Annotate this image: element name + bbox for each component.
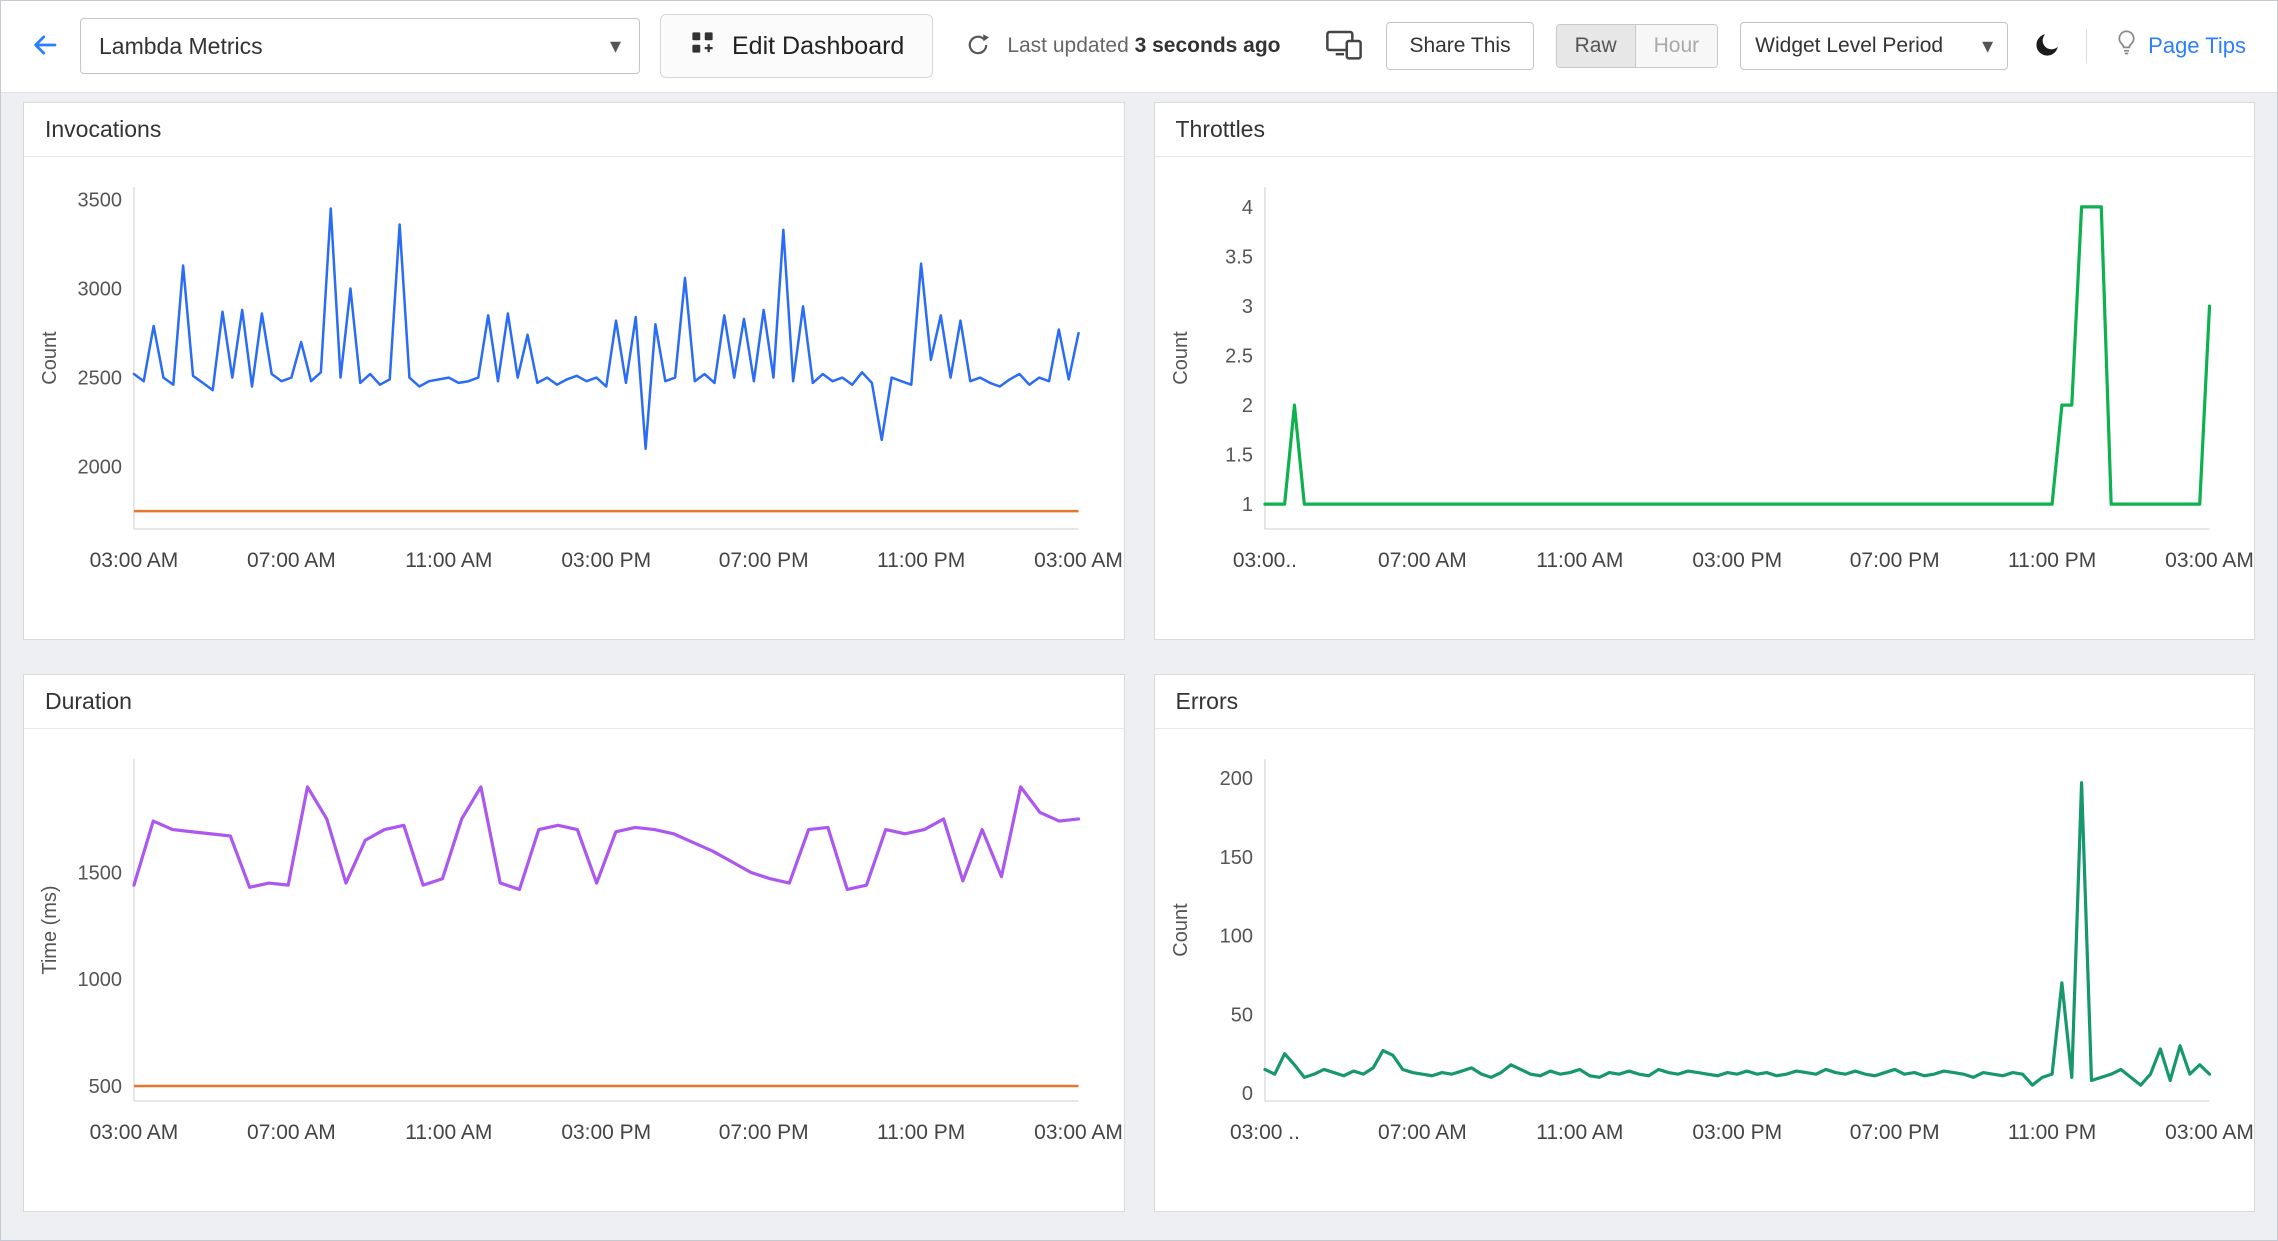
x-tick-label: 07:00 PM (719, 549, 809, 572)
widget-level-period-selector[interactable]: Widget Level Period ▾ (1740, 22, 2009, 70)
widget-title: Throttles (1154, 103, 2254, 157)
widget-invocations: Invocations 2000 2500 3000 3500 03:00 AM 07:0… (23, 102, 1125, 640)
widget-title: Invocations (24, 103, 1124, 157)
x-tick-label: 11:00 AM (405, 549, 492, 572)
x-tick-label: 03:00 AM (2165, 1121, 2254, 1144)
x-tick-label: 11:00 PM (2007, 1121, 2095, 1144)
toolbar-right-group: Share This Raw Hour Widget Level Period … (1324, 22, 2252, 70)
widget-title: Errors (1154, 675, 2254, 729)
y-tick-label: 1.5 (1225, 445, 1253, 467)
refresh-button[interactable] (963, 30, 993, 63)
moon-icon (2032, 30, 2062, 63)
invocations-chart: 2000 2500 3000 3500 03:00 AM 07:00 AM 11:00 AM… (39, 187, 1123, 572)
dashboard-grid: Invocations 2000 2500 3000 3500 03:00 AM 07:0… (23, 102, 2255, 1212)
y-tick-label: 100 (1219, 926, 1252, 948)
x-tick-label: 03:00 AM (1034, 1121, 1123, 1144)
series-line (1262, 781, 2211, 1087)
y-tick-label: 2500 (77, 368, 121, 390)
y-tick-label: 1500 (77, 862, 121, 884)
back-button[interactable] (26, 26, 64, 67)
x-tick-label: 11:00 AM (1536, 1121, 1623, 1144)
last-updated: Last updated 3 seconds ago (1007, 34, 1280, 58)
x-tick-label: 03:00 PM (1692, 549, 1782, 572)
duration-chart: 500 1000 1500 03:00 AM 07:00 AM 11:00 AM 03:00… (39, 759, 1123, 1144)
toolbar: Lambda Metrics ▾ Edit Dashboard Last upd… (0, 0, 2278, 93)
y-tick-label: 3500 (77, 190, 121, 212)
widget-title: Duration (24, 675, 1124, 729)
lightbulb-icon (2115, 29, 2138, 64)
dark-mode-button[interactable] (2030, 28, 2064, 65)
y-tick-label: 2 (1241, 395, 1252, 417)
dashboard-grid-icon (689, 29, 716, 63)
throttles-chart: 1 1.5 2 2.5 3 3.5 4 03:00.. 07:00 AM 11:00 AM 03:0… (1169, 187, 2254, 572)
y-tick-label: 500 (89, 1076, 122, 1098)
y-tick-label: 3.5 (1225, 246, 1253, 268)
dashboard-selector-value: Lambda Metrics (99, 32, 263, 59)
devices-button[interactable] (1324, 27, 1364, 65)
share-this-button[interactable]: Share This (1386, 22, 1534, 70)
x-tick-label: 03:00 AM (2165, 549, 2254, 572)
x-tick-label: 03:00 PM (1692, 1121, 1782, 1144)
x-tick-label: 07:00 PM (1849, 549, 1939, 572)
chevron-down-icon: ▾ (609, 33, 621, 58)
y-tick-label: 150 (1219, 847, 1252, 869)
period-mode-hour[interactable]: Hour (1635, 25, 1718, 67)
y-tick-label: 4 (1241, 197, 1252, 219)
refresh-icon (965, 32, 991, 61)
y-tick-label: 50 (1230, 1004, 1252, 1026)
y-axis-title: Count (1169, 903, 1191, 957)
x-tick-label: 03:00 AM (90, 1121, 179, 1144)
edit-dashboard-button[interactable]: Edit Dashboard (660, 14, 934, 78)
x-tick-label: 11:00 PM (877, 549, 965, 572)
x-tick-label: 03:00 .. (1229, 1121, 1299, 1144)
page-tips-label: Page Tips (2148, 33, 2246, 58)
x-tick-label: 07:00 PM (1849, 1121, 1939, 1144)
y-tick-label: 1000 (77, 969, 121, 991)
y-tick-label: 200 (1219, 768, 1252, 790)
y-tick-label: 2000 (77, 457, 121, 479)
x-tick-label: 03:00 PM (561, 1121, 651, 1144)
chevron-down-icon: ▾ (1982, 33, 1994, 58)
x-tick-label: 03:00 AM (1034, 549, 1123, 572)
widget-throttles: Throttles 1 1.5 2 2.5 3 3.5 4 03:00.. 07:00 AM 11… (1153, 102, 2255, 640)
devices-icon (1326, 29, 1363, 63)
x-tick-label: 11:00 PM (877, 1121, 965, 1144)
y-axis-title: Count (1169, 331, 1191, 385)
series-line (132, 207, 1080, 451)
x-tick-label: 07:00 PM (719, 1121, 809, 1144)
widget-level-period-value: Widget Level Period (1755, 34, 1944, 57)
x-tick-label: 07:00 AM (247, 549, 336, 572)
last-updated-value: 3 seconds ago (1134, 34, 1281, 57)
widget-errors: Errors 0 50 100 150 200 03:00 .. 07:00 AM 11:00… (1153, 674, 2255, 1212)
period-mode-raw[interactable]: Raw (1556, 25, 1636, 67)
period-mode-toggle: Raw Hour (1555, 24, 1719, 68)
y-tick-label: 3 (1241, 296, 1252, 318)
y-tick-label: 1 (1241, 494, 1252, 516)
series-line (1262, 205, 2211, 506)
edit-dashboard-label: Edit Dashboard (732, 31, 905, 60)
widget-duration: Duration 500 1000 1500 03:00 AM 07:00 AM 11:0… (23, 674, 1125, 1212)
dashboard-selector[interactable]: Lambda Metrics ▾ (80, 18, 640, 74)
page-tips-link[interactable]: Page Tips (2109, 28, 2252, 65)
errors-chart: 0 50 100 150 200 03:00 .. 07:00 AM 11:00 AM 03:0… (1169, 759, 2254, 1144)
series-line (132, 785, 1081, 892)
divider (2086, 29, 2088, 63)
x-tick-label: 11:00 AM (1536, 549, 1623, 572)
x-tick-label: 07:00 AM (247, 1121, 336, 1144)
y-axis-title: Count (39, 331, 61, 385)
x-tick-label: 11:00 PM (2007, 549, 2095, 572)
x-tick-label: 03:00 AM (90, 549, 179, 572)
last-updated-prefix: Last updated (1007, 34, 1129, 57)
x-tick-label: 11:00 AM (405, 1121, 492, 1144)
x-tick-label: 07:00 AM (1378, 549, 1467, 572)
y-tick-label: 2.5 (1225, 346, 1253, 368)
arrow-left-icon (30, 30, 60, 63)
y-tick-label: 3000 (77, 279, 121, 301)
x-tick-label: 03:00 PM (561, 549, 651, 572)
x-tick-label: 07:00 AM (1378, 1121, 1467, 1144)
y-axis-title: Time (ms) (39, 885, 61, 974)
y-tick-label: 0 (1241, 1083, 1252, 1105)
x-tick-label: 03:00.. (1232, 549, 1296, 572)
